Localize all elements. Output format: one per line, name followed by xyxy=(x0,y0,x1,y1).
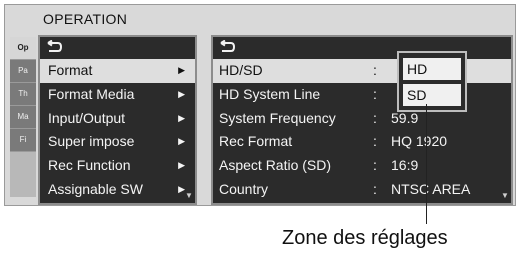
option-sd[interactable]: SD xyxy=(403,84,461,106)
menu-item-format-media[interactable]: Format Media ▶ xyxy=(40,83,195,107)
submenu-arrow-icon: ▶ xyxy=(178,136,185,147)
option-hd[interactable]: HD xyxy=(403,58,461,80)
setting-label: HD/SD xyxy=(219,62,263,78)
submenu-arrow-icon: ▶ xyxy=(178,88,185,99)
menu-item-label: Format xyxy=(48,62,93,78)
setting-label: Rec Format xyxy=(219,133,293,150)
menu-return-row[interactable] xyxy=(40,37,195,59)
menu-item-assignable-sw[interactable]: Assignable SW ▶ xyxy=(40,178,195,202)
menu-list: Format ▶ Format Media ▶ Input/Output ▶ S… xyxy=(40,59,195,202)
submenu-arrow-icon: ▶ xyxy=(178,65,185,75)
setting-value: HQ 1920 xyxy=(391,133,448,150)
side-tab-maintenance[interactable]: Ma xyxy=(10,106,36,129)
settings-panel: HD/SD : HD System Line : System Frequenc… xyxy=(211,35,513,205)
menu-title: OPERATION xyxy=(43,11,128,27)
setting-label: Aspect Ratio (SD) xyxy=(219,157,332,174)
setting-row-aspect-ratio[interactable]: Aspect Ratio (SD) : 16:9 xyxy=(213,154,511,178)
side-tabs: Op Pa Th Ma Fi xyxy=(10,37,36,197)
hd-sd-options-popup: HD SD xyxy=(397,51,467,112)
menu-panel: Format ▶ Format Media ▶ Input/Output ▶ S… xyxy=(38,35,197,205)
settings-zone-caption: Zone des réglages xyxy=(282,227,448,249)
menu-item-label: Assignable SW xyxy=(48,180,143,197)
menu-item-super-impose[interactable]: Super impose ▶ xyxy=(40,130,195,154)
camera-menu-screen: OPERATION Op Pa Th Ma Fi Format ▶ Format… xyxy=(4,4,516,206)
side-tab-thumbnail[interactable]: Th xyxy=(10,83,36,106)
scroll-down-icon[interactable]: ▼ xyxy=(501,191,509,201)
menu-item-label: Format Media xyxy=(48,85,135,102)
setting-row-country[interactable]: Country : NTSC AREA xyxy=(213,178,511,202)
setting-label: HD System Line xyxy=(219,85,321,102)
scroll-down-icon[interactable]: ▼ xyxy=(185,191,193,201)
submenu-arrow-icon: ▶ xyxy=(178,112,185,123)
menu-item-rec-function[interactable]: Rec Function ▶ xyxy=(40,154,195,178)
side-tab-paint[interactable]: Pa xyxy=(10,60,36,83)
setting-label: System Frequency xyxy=(219,109,336,126)
menu-item-label: Super impose xyxy=(48,133,135,150)
setting-row-rec-format[interactable]: Rec Format : HQ 1920 xyxy=(213,130,511,154)
side-tab-file[interactable]: Fi xyxy=(10,129,36,152)
menu-item-label: Input/Output xyxy=(48,109,126,126)
menu-item-label: Rec Function xyxy=(48,157,131,174)
setting-label: Country xyxy=(219,180,269,197)
setting-value: NTSC AREA xyxy=(391,180,471,197)
side-tab-operation[interactable]: Op xyxy=(10,37,36,60)
submenu-arrow-icon: ▶ xyxy=(178,183,185,194)
menu-item-format[interactable]: Format ▶ xyxy=(40,59,195,83)
return-arrow-icon[interactable] xyxy=(218,39,236,56)
setting-value: 16:9 xyxy=(391,157,419,174)
submenu-arrow-icon: ▶ xyxy=(178,160,185,171)
return-arrow-icon[interactable] xyxy=(45,39,63,56)
callout-line xyxy=(426,104,427,224)
menu-item-input-output[interactable]: Input/Output ▶ xyxy=(40,107,195,131)
